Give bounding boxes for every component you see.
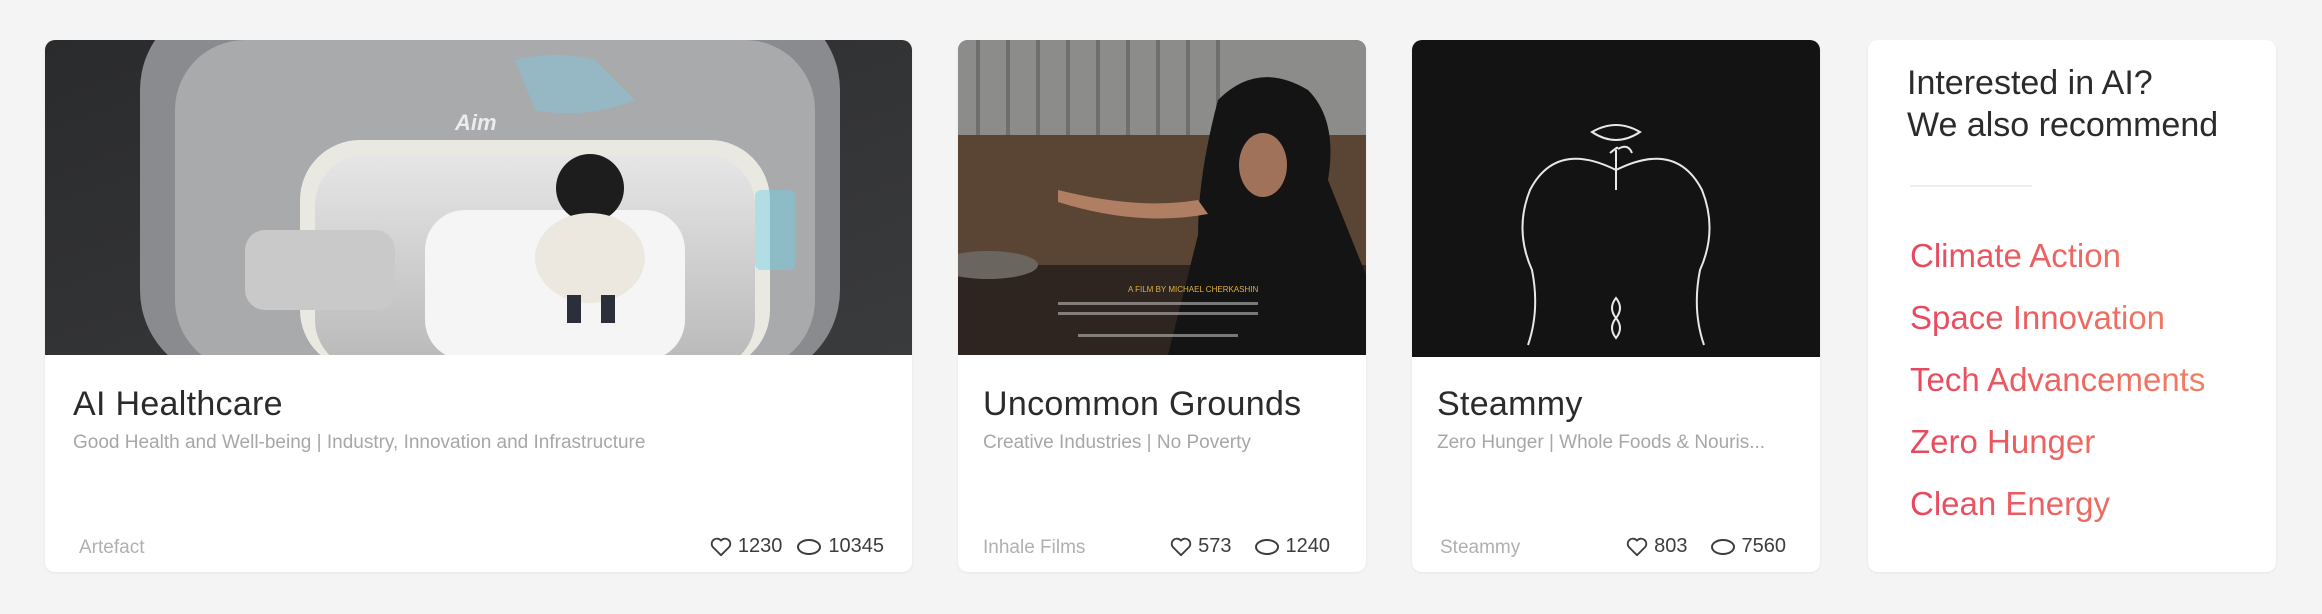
poster-credit-text: A FILM BY MICHAEL CHERKASHIN <box>1128 285 1258 294</box>
recommendation-link-space-innovation[interactable]: Space Innovation <box>1910 287 2205 349</box>
likes-count: 803 <box>1654 535 1688 557</box>
steammy-image <box>1412 40 1820 357</box>
project-card-uncommon-grounds[interactable]: A FILM BY MICHAEL CHERKASHIN Uncommon Gr… <box>958 40 1366 572</box>
project-author[interactable]: Inhale Films <box>983 537 1085 559</box>
heart-icon <box>710 537 732 556</box>
heart-icon <box>1170 537 1192 556</box>
comments-stat[interactable]: 7560 <box>1710 535 1787 558</box>
recommendations-panel: Interested in AI? We also recommend Clim… <box>1868 40 2276 572</box>
recommendation-link-clean-energy[interactable]: Clean Energy <box>1910 473 2205 535</box>
project-card-steammy[interactable]: Steammy Zero Hunger | Whole Foods & Nour… <box>1412 40 1820 572</box>
recommendation-link-tech-advancements[interactable]: Tech Advancements <box>1910 349 2205 411</box>
likes-count: 1230 <box>737 535 783 557</box>
project-author[interactable]: Artefact <box>79 537 144 559</box>
project-card-ai-healthcare[interactable]: Aim AI Healthcare Good Health and Well-b… <box>45 40 912 572</box>
likes-stat[interactable]: 803 <box>1626 535 1688 558</box>
project-categories: Zero Hunger | Whole Foods & Nouris... <box>1437 432 1766 453</box>
divider <box>1910 185 2032 187</box>
project-title[interactable]: Uncommon Grounds <box>983 385 1302 424</box>
project-image[interactable]: A FILM BY MICHAEL CHERKASHIN <box>958 40 1366 355</box>
comments-count: 7560 <box>1741 535 1787 557</box>
uncommon-grounds-image: A FILM BY MICHAEL CHERKASHIN <box>958 40 1366 355</box>
recommendation-link-zero-hunger[interactable]: Zero Hunger <box>1910 411 2205 473</box>
project-image[interactable] <box>1412 40 1820 357</box>
comments-stat[interactable]: 10345 <box>796 535 884 558</box>
project-stats: 1230 10345 <box>710 535 884 558</box>
likes-stat[interactable]: 573 <box>1170 535 1232 558</box>
comments-count: 1240 <box>1285 535 1331 557</box>
project-stats: 573 1240 <box>1170 535 1330 558</box>
project-categories: Good Health and Well-being | Industry, I… <box>73 432 646 453</box>
project-stats: 803 7560 <box>1626 535 1786 558</box>
likes-count: 573 <box>1198 535 1232 557</box>
comments-count: 10345 <box>828 535 884 557</box>
recommendations-list: Climate Action Space Innovation Tech Adv… <box>1910 225 2205 535</box>
comments-stat[interactable]: 1240 <box>1254 535 1331 558</box>
recommendations-heading-line1: Interested in AI? <box>1907 64 2153 102</box>
recommendations-heading: Interested in AI? We also recommend <box>1907 62 2218 146</box>
ai-healthcare-image: Aim <box>45 40 912 355</box>
likes-stat[interactable]: 1230 <box>710 535 783 558</box>
heart-icon <box>1626 537 1648 556</box>
project-title[interactable]: AI Healthcare <box>73 385 283 424</box>
comment-icon <box>1710 538 1735 555</box>
project-title[interactable]: Steammy <box>1437 385 1583 424</box>
project-categories: Creative Industries | No Poverty <box>983 432 1251 453</box>
project-image[interactable]: Aim <box>45 40 912 355</box>
comment-icon <box>1254 538 1279 555</box>
recommendations-heading-line2: We also recommend <box>1907 106 2219 144</box>
comment-icon <box>797 538 822 555</box>
recommendation-link-climate-action[interactable]: Climate Action <box>1910 225 2205 287</box>
project-author[interactable]: Steammy <box>1440 537 1520 559</box>
aim-logo-text: Aim <box>454 110 497 135</box>
